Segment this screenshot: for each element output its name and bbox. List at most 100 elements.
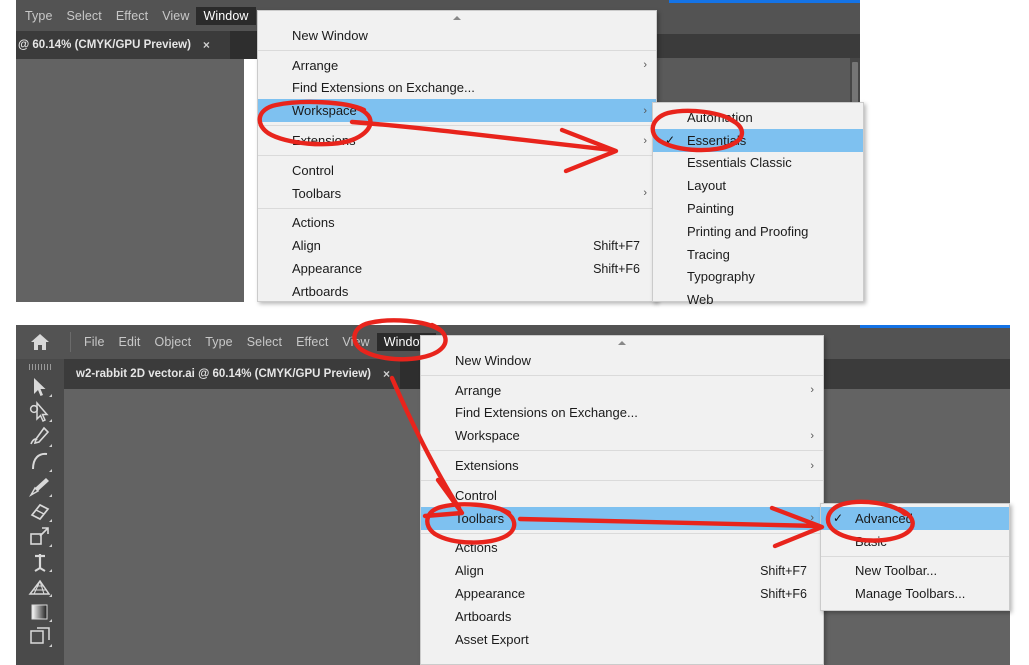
paintbrush-tool-icon[interactable] [27, 474, 53, 499]
submenu-item-label: Web [687, 292, 714, 308]
submenu-item-essentials[interactable]: ✓ Essentials [653, 128, 863, 152]
menu-item-extensions[interactable]: Extensions › [421, 454, 823, 477]
tool-more-indicator [49, 594, 52, 597]
artboard-tool-icon[interactable] [27, 624, 53, 649]
bottom_screenshot-menu-effect[interactable]: Effect [289, 333, 335, 351]
menu-item-artboards[interactable]: Artboards [421, 605, 823, 628]
chevron-right-icon: › [810, 429, 814, 442]
bottom_screenshot-menu-view[interactable]: View [335, 333, 376, 351]
chevron-right-icon: › [643, 104, 647, 117]
menu-item-label: Appearance [292, 261, 363, 277]
tool-more-indicator [49, 444, 52, 447]
menu-item-shortcut: Shift+F6 [760, 586, 807, 601]
pen-tool-icon[interactable] [27, 424, 53, 449]
top_screenshot-menu-window[interactable]: Window [196, 6, 256, 25]
menu-item-manage-toolbars[interactable]: Manage Toolbars... [821, 582, 1009, 605]
menu-item-workspace[interactable]: Workspace › [421, 424, 823, 447]
menu-item-control[interactable]: Control [258, 159, 656, 182]
top_screenshot-menu-type[interactable]: Type [18, 7, 60, 25]
menu-item-control[interactable]: Control [421, 484, 823, 507]
bottom_screenshot-menu-object[interactable]: Object [148, 333, 199, 351]
menu-item-align[interactable]: Align Shift+F7 [258, 234, 656, 257]
gradient-tool-icon[interactable] [27, 599, 53, 624]
menu-item-label: Control [455, 487, 497, 503]
submenu-item-tracing[interactable]: Tracing [653, 243, 863, 266]
home-button[interactable] [16, 325, 64, 359]
menu-item-label: Arrange [292, 57, 339, 73]
bottom-menu-scroll-up[interactable] [421, 336, 823, 349]
bottom_screenshot-menu-type[interactable]: Type [198, 333, 240, 351]
menu-separator [821, 555, 1009, 557]
top-window-menu: New Window Arrange › Find Extensions on Exc… [257, 10, 657, 302]
bottom-document-tab-title: w2-rabbit 2D vector.ai @ 60.14% (CMYK/GP… [76, 368, 371, 380]
menu-item-extensions[interactable]: Extensions › [258, 129, 656, 152]
top-menu-scroll-up[interactable] [258, 11, 656, 24]
bottom_screenshot-menu-file[interactable]: File [77, 333, 112, 351]
selection-tool-icon[interactable] [27, 374, 53, 399]
bottom-document-tab[interactable]: w2-rabbit 2D vector.ai @ 60.14% (CMYK/GP… [64, 359, 400, 389]
menu-item-appearance[interactable]: Appearance Shift+F6 [258, 257, 656, 280]
top_screenshot-menu-select[interactable]: Select [60, 7, 109, 25]
menu-item-advanced[interactable]: ✓ Advanced [821, 507, 1009, 530]
tool-more-indicator [49, 394, 52, 397]
check-icon: ✓ [665, 133, 676, 148]
bottom-right-chrome [822, 325, 1010, 389]
menu-item-asset-export[interactable]: Asset Export [421, 628, 823, 651]
tool-more-indicator [49, 544, 52, 547]
menu-item-actions[interactable]: Actions [258, 212, 656, 235]
menu-item-find-extensions-on-exchange[interactable]: Find Extensions on Exchange... [421, 402, 823, 425]
direct-selection-tool-icon[interactable] [27, 399, 53, 424]
free-transform-tool-icon[interactable] [27, 524, 53, 549]
menu-item-appearance[interactable]: Appearance Shift+F6 [421, 582, 823, 605]
menu-separator [421, 479, 823, 481]
menu-item-toolbars[interactable]: Toolbars › [421, 506, 823, 530]
submenu-item-painting[interactable]: Painting [653, 197, 863, 220]
menu-item-workspace[interactable]: Workspace › [258, 99, 656, 123]
close-icon[interactable]: × [383, 367, 390, 381]
menu-item-label: Arrange [455, 382, 502, 398]
menu-item-label: Artboards [455, 608, 512, 624]
submenu-item-printing-and-proofing[interactable]: Printing and Proofing [653, 220, 863, 243]
menu-item-new-window[interactable]: New Window [258, 24, 656, 47]
curvature-tool-icon[interactable] [27, 449, 53, 474]
submenu-item-essentials-classic[interactable]: Essentials Classic [653, 152, 863, 175]
submenu-item-automation[interactable]: Automation [653, 106, 863, 129]
top-document-tab[interactable]: @ 60.14% (CMYK/GPU Preview) × [16, 31, 230, 59]
menu-item-shortcut: Shift+F7 [593, 238, 640, 253]
home-icon [31, 334, 49, 350]
menu-item-find-extensions-on-exchange[interactable]: Find Extensions on Exchange... [258, 77, 656, 100]
chevron-right-icon: › [810, 512, 814, 525]
perspective-grid-tool-icon[interactable] [27, 574, 53, 599]
puppet-warp-tool-icon[interactable] [27, 549, 53, 574]
menu-item-artboards[interactable]: Artboards [258, 280, 656, 303]
menu-item-label: Toolbars [292, 185, 342, 201]
tool-panel-grip[interactable] [29, 364, 51, 370]
top_screenshot-menu-view[interactable]: View [155, 7, 196, 25]
bottom_screenshot-menu-select[interactable]: Select [240, 333, 289, 351]
menu-item-label: Find Extensions on Exchange... [292, 80, 475, 96]
menu-separator [258, 154, 656, 156]
top-screenshot: Type Select Effect View Window @ 60.14% (CMY… [16, 0, 864, 307]
eraser-tool-icon[interactable] [27, 499, 53, 524]
menu-item-align[interactable]: Align Shift+F7 [421, 559, 823, 582]
menu-separator [258, 49, 656, 51]
menu-item-toolbars[interactable]: Toolbars › [258, 182, 656, 205]
submenu-item-label: Layout [687, 178, 727, 194]
bottom_screenshot-menu-edit[interactable]: Edit [112, 333, 148, 351]
submenu-item-typography[interactable]: Typography [653, 266, 863, 289]
submenu-item-web[interactable]: Web [653, 288, 863, 311]
menu-item-actions[interactable]: Actions [421, 537, 823, 560]
top_screenshot-menu-effect[interactable]: Effect [109, 7, 155, 25]
submenu-item-layout[interactable]: Layout [653, 174, 863, 197]
menu-item-arrange[interactable]: Arrange › [258, 54, 656, 77]
menu-item-new-window[interactable]: New Window [421, 349, 823, 372]
menu-item-basic[interactable]: Basic [821, 530, 1009, 553]
menu-item-arrange[interactable]: Arrange › [421, 379, 823, 402]
menu-item-label: Actions [292, 215, 335, 231]
top-canvas-area [16, 59, 244, 302]
menu-item-label: Manage Toolbars... [855, 586, 966, 602]
menu-item-label: Artboards [292, 283, 349, 299]
top-panel-subheader [628, 34, 860, 58]
menu-item-new-toolbar[interactable]: New Toolbar... [821, 560, 1009, 583]
close-icon[interactable]: × [203, 38, 210, 52]
